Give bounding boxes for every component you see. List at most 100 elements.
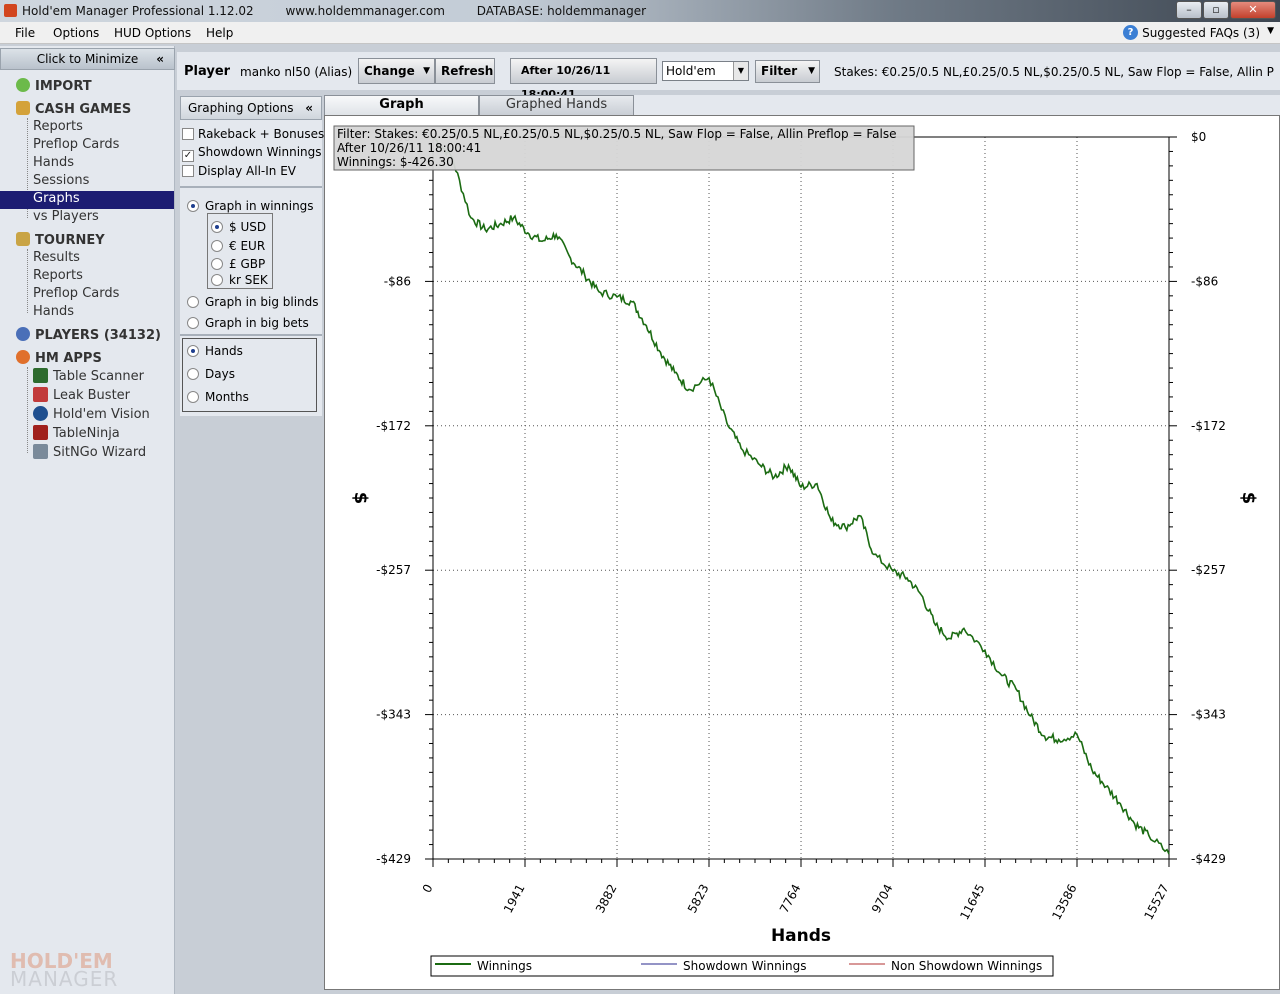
menu-hud-options[interactable]: HUD Options — [114, 26, 191, 40]
cash-games-icon — [16, 101, 30, 115]
app-logo-icon — [4, 4, 17, 17]
checkbox-label: Display All-In EV — [198, 164, 297, 178]
radio-dot — [187, 391, 199, 403]
display-allin-ev-checkbox[interactable]: Display All-In EV — [182, 164, 296, 178]
close-window-button[interactable]: ✕ — [1230, 1, 1276, 19]
menu-bar: File Options HUD Options Help ? Suggeste… — [0, 22, 1280, 44]
graph-in-big-blinds-radio[interactable]: Graph in big blinds — [187, 295, 319, 309]
menu-options[interactable]: Options — [53, 26, 99, 40]
tab-graph[interactable]: Graph — [324, 95, 479, 115]
nav-cash-reports[interactable]: Reports — [33, 119, 83, 134]
currency-eur-radio[interactable]: € EUR — [211, 239, 265, 253]
nav-import[interactable]: IMPORT — [16, 78, 92, 94]
graph-info-winnings: Winnings: $-426.30 — [337, 155, 454, 169]
app-label: Hold'em Vision — [53, 407, 150, 422]
app-holdem-vision[interactable]: Hold'em Vision — [33, 406, 150, 422]
checkbox-box — [182, 128, 194, 140]
menu-help[interactable]: Help — [206, 26, 233, 40]
filter-button[interactable]: Filter ▼ — [755, 60, 820, 83]
date-filter-button[interactable]: After 10/26/11 18:00:41 — [510, 58, 657, 101]
xaxis-days-radio[interactable]: Days — [187, 367, 235, 381]
y-tick-label-left: -$429 — [376, 852, 411, 866]
x-tick-label: 7764 — [777, 882, 804, 916]
filter-label: Filter — [761, 64, 798, 78]
chevron-down-icon: ▼ — [733, 62, 748, 80]
checkbox-label: Rakeback + Bonuses — [198, 127, 325, 141]
checkmark-icon: ✓ — [182, 150, 194, 162]
app-label: Leak Buster — [53, 388, 131, 403]
nav-tourney-reports[interactable]: Reports — [33, 268, 83, 283]
nav-cash-preflop-cards[interactable]: Preflop Cards — [33, 137, 119, 152]
nav-cash-vs-players[interactable]: vs Players — [33, 209, 99, 224]
change-player-button[interactable]: Change ▼ — [358, 58, 435, 84]
radio-label: Graph in big blinds — [205, 295, 319, 309]
nav-players-label: PLAYERS (34132) — [35, 328, 161, 343]
currency-usd-radio[interactable]: $ USD — [211, 220, 266, 234]
window-title: Hold'em Manager Professional 1.12.02 www… — [22, 4, 646, 18]
nav-hm-apps[interactable]: HM APPS — [16, 350, 102, 366]
app-leak-buster[interactable]: Leak Buster — [33, 387, 130, 403]
graph-info-date: After 10/26/11 18:00:41 — [337, 141, 481, 155]
y-tick-label-right: $0 — [1191, 130, 1206, 144]
graph-in-winnings-radio[interactable]: Graph in winnings — [187, 199, 314, 213]
refresh-button[interactable]: Refresh — [435, 58, 495, 84]
app-tableninja[interactable]: TableNinja — [33, 425, 120, 441]
menu-file[interactable]: File — [15, 26, 35, 40]
y-tick-label-right: -$429 — [1191, 852, 1226, 866]
maximize-window-button[interactable]: ▫ — [1203, 1, 1229, 19]
radio-dot — [211, 221, 223, 233]
xaxis-months-radio[interactable]: Months — [187, 390, 249, 404]
nav-players[interactable]: PLAYERS (34132) — [16, 327, 161, 343]
nav-cash-hands[interactable]: Hands — [33, 155, 74, 170]
nav-tourney-label: TOURNEY — [35, 233, 105, 248]
title-bar: Hold'em Manager Professional 1.12.02 www… — [0, 0, 1280, 22]
help-icon: ? — [1123, 25, 1139, 40]
y-axis-label-left: $ — [350, 492, 371, 505]
nav-cash-graphs[interactable]: Graphs — [0, 191, 174, 209]
player-label: Player — [184, 64, 231, 79]
radio-label: $ USD — [229, 220, 267, 234]
y-tick-label-right: -$257 — [1191, 563, 1226, 577]
import-icon — [16, 78, 30, 92]
nav-tourney-hands[interactable]: Hands — [33, 304, 74, 319]
showdown-winnings-checkbox[interactable]: ✓ Showdown Winnings — [182, 145, 322, 162]
dropdown-arrow-icon: ▼ — [423, 66, 430, 76]
y-tick-label-left: -$172 — [376, 419, 411, 433]
y-tick-label-left: -$257 — [376, 563, 411, 577]
tab-graphed-hands[interactable]: Graphed Hands — [479, 95, 634, 115]
nav-cash-sessions[interactable]: Sessions — [33, 173, 89, 188]
nav-tourney[interactable]: TOURNEY — [16, 232, 105, 248]
app-label: SitNGo Wizard — [53, 445, 147, 460]
minimize-sidebar-button[interactable]: Click to Minimize « — [0, 48, 175, 70]
nav-tourney-results[interactable]: Results — [33, 250, 80, 265]
leak-buster-icon — [33, 387, 48, 402]
nav-cash-games[interactable]: CASH GAMES — [16, 101, 131, 117]
radio-dot — [187, 368, 199, 380]
currency-gbp-radio[interactable]: £ GBP — [211, 257, 265, 271]
radio-dot — [211, 240, 223, 252]
radio-label: Graph in big bets — [205, 316, 309, 330]
graphing-options-title: Graphing Options — [188, 101, 294, 115]
minimize-window-button[interactable]: – — [1176, 1, 1202, 19]
graph-tabs: Graph Graphed Hands — [324, 95, 1280, 115]
app-table-scanner[interactable]: Table Scanner — [33, 368, 144, 384]
rakeback-checkbox[interactable]: Rakeback + Bonuses — [182, 127, 324, 141]
currency-sek-radio[interactable]: kr SEK — [211, 273, 268, 287]
game-type-select[interactable]: Hold'em ▼ — [662, 61, 749, 81]
nav-tourney-preflop-cards[interactable]: Preflop Cards — [33, 286, 119, 301]
divider — [180, 334, 322, 336]
graph-in-big-bets-radio[interactable]: Graph in big bets — [187, 316, 309, 330]
y-tick-label-left: -$343 — [376, 708, 411, 722]
app-sitngo-wizard[interactable]: SitNGo Wizard — [33, 444, 146, 460]
x-tick-label: 9704 — [869, 882, 896, 916]
chevron-down-icon[interactable]: ▼ — [1267, 26, 1274, 36]
legend-label: Winnings — [477, 959, 532, 973]
xaxis-hands-radio[interactable]: Hands — [187, 344, 243, 358]
suggested-faqs[interactable]: ? Suggested FAQs (3) — [1123, 25, 1260, 40]
checkbox-label: Showdown Winnings — [198, 145, 322, 159]
legend-label: Showdown Winnings — [683, 959, 807, 973]
sidebar: Click to Minimize « IMPORT CASH GAMES Re… — [0, 46, 175, 994]
divider — [180, 186, 322, 188]
graphing-options-header[interactable]: Graphing Options « — [180, 96, 322, 120]
tree-connector — [27, 367, 28, 453]
